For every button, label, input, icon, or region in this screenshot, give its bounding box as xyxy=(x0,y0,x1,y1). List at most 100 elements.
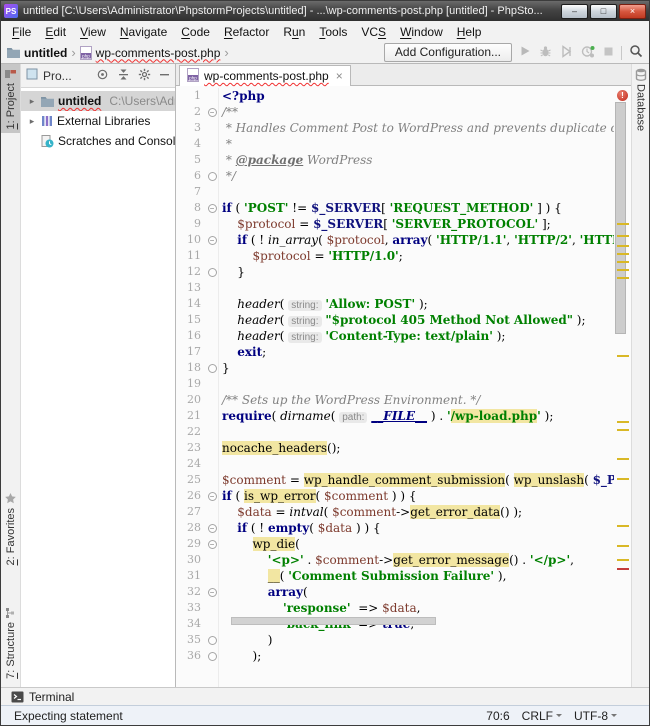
menu-tools[interactable]: Tools xyxy=(312,23,354,41)
warning-stripe-mark[interactable] xyxy=(617,559,629,561)
warning-stripe-mark[interactable] xyxy=(617,478,629,480)
line-number: 27 xyxy=(187,505,201,518)
fold-end-icon[interactable] xyxy=(207,171,217,181)
code-line-3: * Handles Comment Post to WordPress and … xyxy=(225,121,614,135)
tool-window-button--project[interactable]: 1: Project xyxy=(1,64,20,134)
warning-stripe-mark[interactable] xyxy=(617,421,629,423)
title-bar[interactable]: PS untitled [C:\Users\Administrator\Phps… xyxy=(1,1,649,21)
fold-start-icon[interactable]: − xyxy=(207,539,217,549)
fold-start-icon[interactable]: − xyxy=(207,587,217,597)
menu-refactor[interactable]: Refactor xyxy=(217,23,276,41)
warning-stripe-mark[interactable] xyxy=(617,277,629,279)
tree-item-external-libraries[interactable]: ▸ External Libraries xyxy=(21,111,175,131)
vertical-scrollbar-thumb[interactable] xyxy=(615,102,626,334)
warning-stripe-mark[interactable] xyxy=(617,253,629,255)
settings-gear-icon[interactable] xyxy=(138,68,151,84)
menu-navigate[interactable]: Navigate xyxy=(113,23,174,41)
line-number: 10 xyxy=(187,233,201,246)
line-ending-widget[interactable]: CRLF xyxy=(522,709,562,723)
chevron-right-icon: › xyxy=(71,45,76,60)
menu-code[interactable]: Code xyxy=(174,23,217,41)
code-line-29: wp_die( xyxy=(252,537,300,551)
breadcrumb-item-untitled[interactable]: untitled xyxy=(7,46,67,60)
coverage-icon xyxy=(560,44,573,58)
encoding-widget[interactable]: UTF-8 xyxy=(574,709,617,723)
line-number: 22 xyxy=(187,425,201,438)
menu-vcs[interactable]: VCS xyxy=(354,23,393,41)
locate-icon[interactable] xyxy=(96,68,109,84)
tool-window-button--favorites[interactable]: 2: Favorites xyxy=(1,488,20,569)
line-number: 4 xyxy=(194,137,201,150)
error-stripe-mark[interactable] xyxy=(617,568,629,570)
line-number: 8 xyxy=(194,201,201,214)
navigation-bar: untitled › php wp-comments-post.php › Add Co… xyxy=(1,42,649,64)
menu-edit[interactable]: Edit xyxy=(38,23,73,41)
code-editor[interactable]: 1 2 3 4 5 6 7 8 9 10 11 12 13 14 15 16 17 18 19 20 21 22 23 24 2… xyxy=(176,86,631,687)
tree-item-scratches-and-consoles[interactable]: Scratches and Consoles xyxy=(21,131,175,151)
tool-window-button-label: Terminal xyxy=(29,689,75,704)
phpstorm-window: PS untitled [C:\Users\Administrator\Phps… xyxy=(0,0,650,726)
tool-window-button--structure[interactable]: 7: Structure xyxy=(1,603,20,683)
fold-start-icon[interactable]: − xyxy=(207,107,217,117)
warning-stripe-mark[interactable] xyxy=(617,261,629,263)
line-number: 29 xyxy=(187,537,201,550)
warning-stripe-mark[interactable] xyxy=(617,525,629,527)
tree-item-untitled[interactable]: ▸ untitled C:\Users\Admi xyxy=(21,91,175,111)
fold-end-icon[interactable] xyxy=(207,267,217,277)
tool-window-button-terminal[interactable]: Terminal xyxy=(11,690,74,704)
menu-help[interactable]: Help xyxy=(450,23,489,41)
fold-start-icon[interactable]: − xyxy=(207,235,217,245)
menu-view[interactable]: View xyxy=(73,23,113,41)
star-icon xyxy=(4,492,17,505)
horizontal-scrollbar-thumb[interactable] xyxy=(231,617,436,625)
close-button[interactable]: × xyxy=(619,3,646,19)
warning-stripe-mark[interactable] xyxy=(617,545,629,547)
run-icon[interactable] xyxy=(519,45,531,60)
warning-stripe-mark[interactable] xyxy=(617,429,629,431)
menu-window[interactable]: Window xyxy=(393,23,450,41)
fold-end-icon[interactable] xyxy=(207,363,217,373)
warning-stripe-mark[interactable] xyxy=(617,458,629,460)
fold-start-icon[interactable]: − xyxy=(207,203,217,213)
stop-icon[interactable] xyxy=(603,46,614,60)
line-number-gutter: 1 2 3 4 5 6 7 8 9 10 11 12 13 14 15 16 17 18 19 20 21 22 23 24 2… xyxy=(176,88,206,687)
fold-end-icon[interactable] xyxy=(207,635,217,645)
collapse-all-icon[interactable] xyxy=(117,68,130,84)
tree-item-label: External Libraries xyxy=(57,114,151,128)
coverage-icon[interactable] xyxy=(560,44,573,61)
code-line-11: $protocol = 'HTTP/1.0'; xyxy=(252,249,403,263)
fold-start-icon[interactable]: − xyxy=(207,523,217,533)
fold-end-icon[interactable] xyxy=(207,651,217,661)
hide-icon[interactable] xyxy=(159,69,170,83)
code-line-21: require( dirname( path: __FILE__ ) . '/w… xyxy=(222,409,554,423)
search-everywhere-button[interactable] xyxy=(629,45,643,61)
caret-position-widget[interactable]: 70:6 xyxy=(486,709,509,723)
error-stripe[interactable]: ! xyxy=(614,88,631,687)
debug-icon[interactable] xyxy=(539,45,552,61)
minimize-button[interactable]: – xyxy=(561,3,588,19)
code-line-16: header( string: 'Content-Type: text/plai… xyxy=(237,329,506,343)
warning-stripe-mark[interactable] xyxy=(617,355,629,357)
menu-file[interactable]: File xyxy=(5,23,38,41)
profiler-icon[interactable] xyxy=(581,45,595,61)
fold-start-icon[interactable]: − xyxy=(207,491,217,501)
menu-run[interactable]: Run xyxy=(276,23,312,41)
warning-stripe-mark[interactable] xyxy=(617,245,629,247)
add-configuration-button[interactable]: Add Configuration... xyxy=(383,43,512,62)
warning-stripe-mark[interactable] xyxy=(617,223,629,225)
expand-chevron-icon[interactable]: ▸ xyxy=(27,116,37,127)
tool-window-button-database[interactable]: Database xyxy=(632,64,649,135)
code-area[interactable]: <?php /** * Handles Comment Post to WordP… xyxy=(219,88,614,687)
chevron-down-icon xyxy=(611,714,617,720)
maximize-button[interactable]: □ xyxy=(590,3,617,19)
warning-stripe-mark[interactable] xyxy=(617,235,629,237)
right-tool-strip: Database xyxy=(631,64,649,687)
code-line-36: ); xyxy=(222,649,262,663)
expand-chevron-icon[interactable]: ▸ xyxy=(27,96,37,107)
tab-close-icon[interactable]: × xyxy=(334,69,343,83)
file-error-indicator-icon[interactable]: ! xyxy=(617,90,628,101)
tab-wp-comments-post[interactable]: php wp-comments-post.php × xyxy=(179,65,351,86)
breadcrumb-item-wp-comments-post-php[interactable]: php wp-comments-post.php xyxy=(79,45,220,60)
warning-stripe-mark[interactable] xyxy=(617,269,629,271)
